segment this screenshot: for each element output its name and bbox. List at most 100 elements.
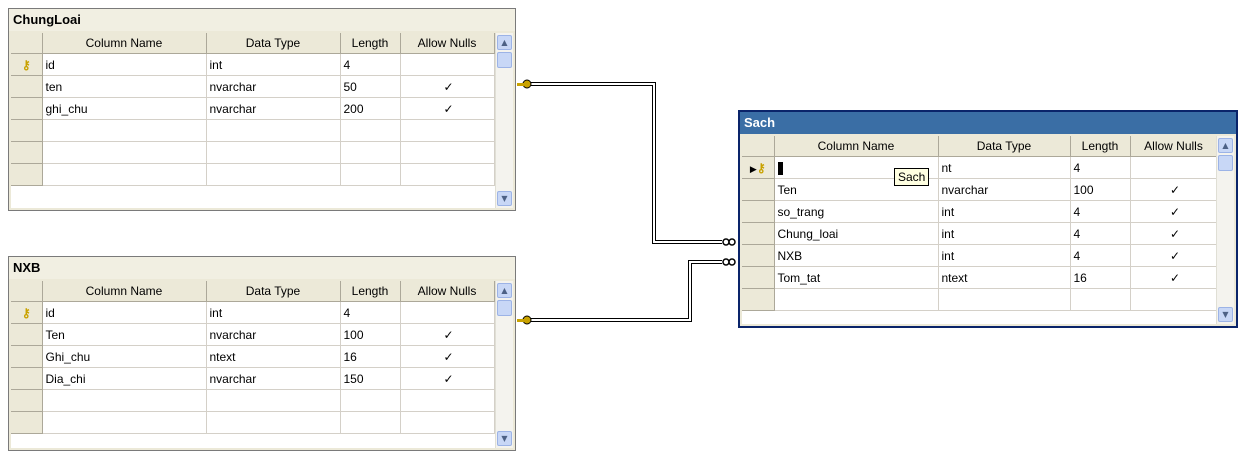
- allow-nulls-checkbox[interactable]: ✓: [400, 97, 495, 120]
- allow-nulls-checkbox[interactable]: [400, 119, 495, 142]
- allow-nulls-checkbox[interactable]: [400, 389, 495, 412]
- column-name-cell[interactable]: [42, 411, 207, 434]
- allow-nulls-checkbox[interactable]: [400, 411, 495, 434]
- table-title[interactable]: NXB: [9, 257, 515, 279]
- data-type-cell[interactable]: nvarchar: [206, 367, 341, 390]
- length-cell[interactable]: [340, 141, 401, 164]
- row-selector[interactable]: ▶⚷: [742, 156, 775, 179]
- column-row[interactable]: ten nvarchar 50 ✓: [11, 75, 495, 98]
- row-selector[interactable]: [742, 222, 775, 245]
- column-name-cell[interactable]: [42, 389, 207, 412]
- column-name-cell[interactable]: Tom_tat: [774, 266, 939, 289]
- allow-nulls-checkbox[interactable]: ✓: [400, 75, 495, 98]
- column-row[interactable]: ▶⚷ nt 4: [742, 156, 1218, 179]
- header-data-type[interactable]: Data Type: [938, 136, 1071, 157]
- column-name-cell[interactable]: Ghi_chu: [42, 345, 207, 368]
- data-type-cell[interactable]: int: [938, 222, 1071, 245]
- row-selector[interactable]: [11, 119, 43, 142]
- allow-nulls-checkbox[interactable]: ✓: [1130, 222, 1218, 245]
- scroll-down-arrow-icon[interactable]: ▼: [497, 431, 512, 446]
- vertical-scrollbar[interactable]: ▲ ▼: [1216, 136, 1234, 324]
- table-chungloai[interactable]: ChungLoai Column Name Data Type Length A…: [8, 8, 516, 211]
- header-data-type[interactable]: Data Type: [206, 281, 341, 302]
- column-name-cell[interactable]: Dia_chi: [42, 367, 207, 390]
- allow-nulls-checkbox[interactable]: [400, 163, 495, 186]
- column-name-cell[interactable]: [42, 163, 207, 186]
- data-type-cell[interactable]: [206, 411, 341, 434]
- scroll-up-arrow-icon[interactable]: ▲: [497, 283, 512, 298]
- length-cell[interactable]: [340, 163, 401, 186]
- table-sach[interactable]: Sach Column Name Data Type Length Allow …: [738, 110, 1238, 328]
- header-column-name[interactable]: Column Name: [42, 33, 207, 54]
- data-type-cell[interactable]: nvarchar: [206, 97, 341, 120]
- scroll-up-arrow-icon[interactable]: ▲: [1218, 138, 1233, 153]
- row-selector[interactable]: [11, 411, 43, 434]
- allow-nulls-checkbox[interactable]: ✓: [400, 367, 495, 390]
- header-column-name[interactable]: Column Name: [42, 281, 207, 302]
- column-name-cell[interactable]: NXB: [774, 244, 939, 267]
- data-type-cell[interactable]: nvarchar: [206, 75, 341, 98]
- header-allow-nulls[interactable]: Allow Nulls: [1130, 136, 1218, 157]
- allow-nulls-checkbox[interactable]: [400, 301, 495, 324]
- row-selector[interactable]: [11, 345, 43, 368]
- scroll-up-arrow-icon[interactable]: ▲: [497, 35, 512, 50]
- length-cell[interactable]: 16: [1070, 266, 1131, 289]
- scroll-thumb[interactable]: [497, 52, 512, 68]
- allow-nulls-checkbox[interactable]: ✓: [1130, 266, 1218, 289]
- column-row[interactable]: so_trang int 4 ✓: [742, 200, 1218, 223]
- column-name-cell[interactable]: ghi_chu: [42, 97, 207, 120]
- length-cell[interactable]: 50: [340, 75, 401, 98]
- row-selector[interactable]: [742, 178, 775, 201]
- allow-nulls-checkbox[interactable]: ✓: [1130, 244, 1218, 267]
- row-selector[interactable]: [11, 75, 43, 98]
- data-type-cell[interactable]: ntext: [206, 345, 341, 368]
- vertical-scrollbar[interactable]: ▲ ▼: [495, 33, 513, 208]
- allow-nulls-checkbox[interactable]: ✓: [400, 345, 495, 368]
- relationship-chungloai-sach[interactable]: [530, 82, 722, 244]
- row-selector[interactable]: ⚷: [11, 53, 43, 76]
- column-row[interactable]: [11, 119, 495, 142]
- row-selector[interactable]: [742, 244, 775, 267]
- column-row[interactable]: Chung_loai int 4 ✓: [742, 222, 1218, 245]
- row-selector[interactable]: [11, 367, 43, 390]
- column-row[interactable]: Ghi_chu ntext 16 ✓: [11, 345, 495, 368]
- column-row[interactable]: ⚷ id int 4: [11, 53, 495, 76]
- length-cell[interactable]: 4: [340, 53, 401, 76]
- scroll-thumb[interactable]: [497, 300, 512, 316]
- column-name-cell[interactable]: [42, 141, 207, 164]
- length-cell[interactable]: [340, 119, 401, 142]
- data-type-cell[interactable]: nt: [938, 156, 1071, 179]
- header-column-name[interactable]: Column Name: [774, 136, 939, 157]
- row-selector[interactable]: [11, 97, 43, 120]
- data-type-cell[interactable]: int: [938, 200, 1071, 223]
- header-allow-nulls[interactable]: Allow Nulls: [400, 281, 495, 302]
- row-selector[interactable]: [742, 288, 775, 311]
- length-cell[interactable]: 4: [1070, 222, 1131, 245]
- data-type-cell[interactable]: nvarchar: [938, 178, 1071, 201]
- data-type-cell[interactable]: ntext: [938, 266, 1071, 289]
- row-selector[interactable]: [742, 266, 775, 289]
- header-data-type[interactable]: Data Type: [206, 33, 341, 54]
- length-cell[interactable]: 4: [340, 301, 401, 324]
- column-name-cell[interactable]: Chung_loai: [774, 222, 939, 245]
- table-nxb[interactable]: NXB Column Name Data Type Length Allow N…: [8, 256, 516, 451]
- row-selector[interactable]: [11, 141, 43, 164]
- length-cell[interactable]: 100: [340, 323, 401, 346]
- length-cell[interactable]: 16: [340, 345, 401, 368]
- column-row[interactable]: [742, 288, 1218, 311]
- length-cell[interactable]: 100: [1070, 178, 1131, 201]
- vertical-scrollbar[interactable]: ▲ ▼: [495, 281, 513, 448]
- header-length[interactable]: Length: [1070, 136, 1131, 157]
- column-name-cell[interactable]: id: [42, 53, 207, 76]
- column-name-cell[interactable]: [42, 119, 207, 142]
- column-name-cell[interactable]: Ten: [42, 323, 207, 346]
- row-selector[interactable]: [742, 200, 775, 223]
- length-cell[interactable]: 150: [340, 367, 401, 390]
- column-row[interactable]: Tom_tat ntext 16 ✓: [742, 266, 1218, 289]
- allow-nulls-checkbox[interactable]: ✓: [1130, 200, 1218, 223]
- data-type-cell[interactable]: int: [206, 301, 341, 324]
- column-row[interactable]: Ten nvarchar 100 ✓: [11, 323, 495, 346]
- column-name-cell[interactable]: so_trang: [774, 200, 939, 223]
- scroll-down-arrow-icon[interactable]: ▼: [1218, 307, 1233, 322]
- header-length[interactable]: Length: [340, 33, 401, 54]
